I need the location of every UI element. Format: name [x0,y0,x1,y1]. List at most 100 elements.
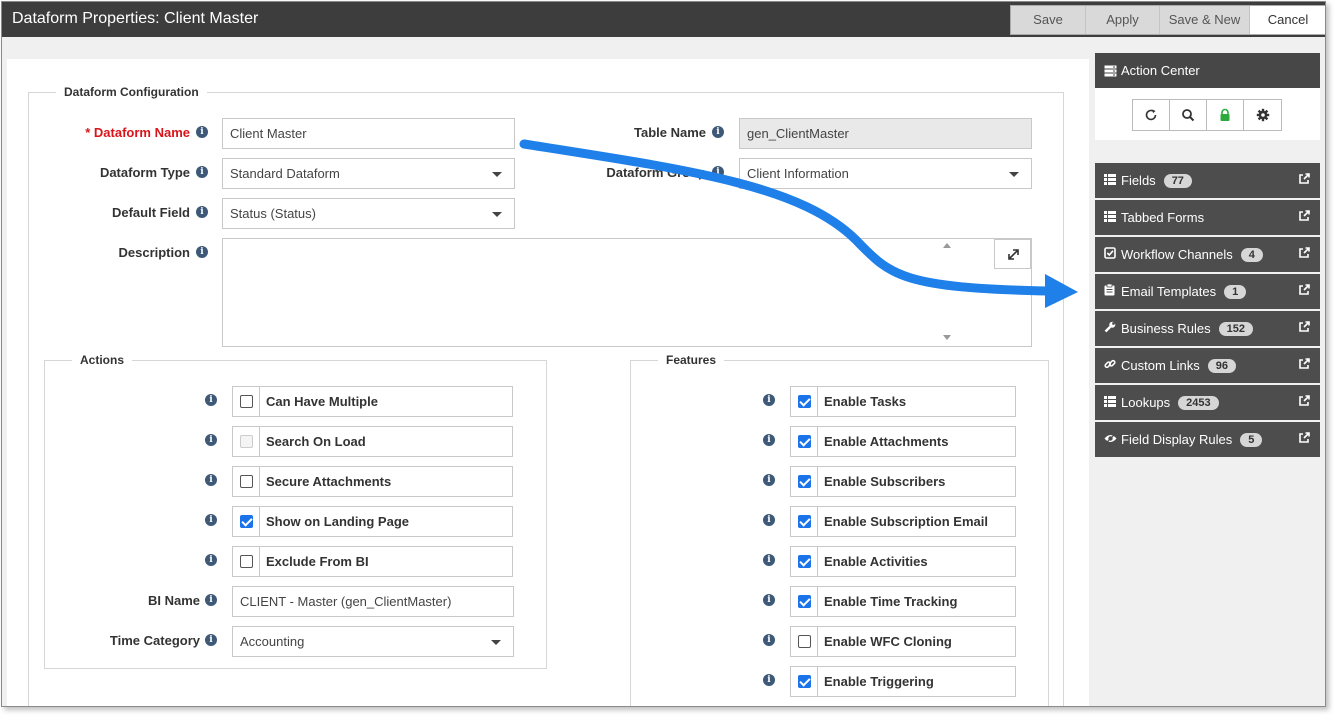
search-button[interactable] [1170,100,1207,130]
checkbox[interactable] [797,395,811,408]
table-name-input: gen_ClientMaster [739,118,1032,149]
scroll-down-icon[interactable] [943,335,951,340]
description-textarea[interactable] [222,238,1032,347]
expand-button[interactable] [994,239,1031,269]
side-item-business-rules[interactable]: Business Rules 152 [1095,311,1320,346]
dataform-type-value: Standard Dataform [230,166,340,181]
lock-icon [1220,108,1230,121]
info-icon[interactable]: i [196,126,208,138]
info-icon[interactable]: i [205,394,217,406]
checkbox[interactable] [239,475,253,488]
checkbox[interactable] [797,635,811,648]
time-category-select[interactable]: Accounting [232,626,514,657]
info-icon[interactable]: i [763,674,775,686]
save-button[interactable]: Save [1011,6,1086,34]
side-item-field-display-rules[interactable]: Field Display Rules 5 [1095,422,1320,457]
side-item-label: Workflow Channels [1121,247,1233,262]
chevron-down-icon [1009,172,1019,177]
external-link-icon[interactable] [1298,284,1310,296]
side-item-workflow-channels[interactable]: Workflow Channels 4 [1095,237,1320,272]
info-icon[interactable]: i [205,474,217,486]
external-link-icon[interactable] [1298,173,1310,185]
dataform-name-label: * Dataform Name [85,125,190,140]
secure-attachments-option[interactable]: Secure Attachments [232,466,513,497]
info-icon[interactable]: i [763,474,775,486]
external-link-icon[interactable] [1298,432,1310,444]
default-field-select[interactable]: Status (Status) [222,198,515,229]
show-on-landing-page-option[interactable]: Show on Landing Page [232,506,513,537]
count-badge: 4 [1240,247,1263,262]
cancel-button[interactable]: Cancel [1250,6,1325,34]
side-item-fields[interactable]: Fields 77 [1095,163,1320,198]
info-icon[interactable]: i [763,634,775,646]
info-icon[interactable]: i [205,434,217,446]
external-link-icon[interactable] [1298,247,1310,259]
list-icon [1104,395,1119,410]
count-badge: 77 [1163,173,1192,188]
external-link-icon[interactable] [1298,358,1310,370]
info-icon[interactable]: i [712,126,724,138]
side-item-custom-links[interactable]: Custom Links 96 [1095,348,1320,383]
checkbox[interactable] [797,435,811,448]
option-label: Can Have Multiple [266,394,378,409]
info-icon[interactable]: i [205,634,217,646]
info-icon[interactable]: i [205,554,217,566]
enable-subscription-email-option[interactable]: Enable Subscription Email [790,506,1016,537]
apply-button[interactable]: Apply [1086,6,1160,34]
checkbox[interactable] [797,515,811,528]
info-icon[interactable]: i [205,594,217,606]
info-icon[interactable]: i [763,594,775,606]
option-label: Enable Triggering [824,674,934,689]
can-have-multiple-option[interactable]: Can Have Multiple [232,386,513,417]
external-link-icon[interactable] [1298,321,1310,333]
checkbox[interactable] [797,475,811,488]
info-icon[interactable]: i [712,166,724,178]
info-icon[interactable]: i [763,554,775,566]
info-icon[interactable]: i [196,246,208,258]
checkbox[interactable] [239,515,253,528]
option-label: Exclude From BI [266,554,369,569]
dataform-type-select[interactable]: Standard Dataform [222,158,515,189]
enable-activities-option[interactable]: Enable Activities [790,546,1016,577]
description-label: Description [118,245,190,260]
enable-wfc-cloning-option[interactable]: Enable WFC Cloning [790,626,1016,657]
dataform-name-input[interactable]: Client Master [222,118,515,149]
side-item-label: Lookups [1121,395,1171,410]
side-item-label: Fields [1121,173,1156,188]
dataform-group-select[interactable]: Client Information [739,158,1032,189]
settings-button[interactable] [1244,100,1281,130]
info-icon[interactable]: i [205,514,217,526]
info-icon[interactable]: i [196,166,208,178]
side-item-lookups[interactable]: Lookups 2453 [1095,385,1320,420]
chevron-down-icon [491,640,501,645]
lock-button[interactable] [1207,100,1244,130]
enable-attachments-option[interactable]: Enable Attachments [790,426,1016,457]
exclude-from-bi-option[interactable]: Exclude From BI [232,546,513,577]
title-button-group: Save Apply Save & New Cancel [1010,5,1325,35]
enable-tasks-option[interactable]: Enable Tasks [790,386,1016,417]
enable-triggering-option[interactable]: Enable Triggering [790,666,1016,697]
refresh-button[interactable] [1133,100,1170,130]
external-link-icon[interactable] [1298,210,1310,222]
enable-subscribers-option[interactable]: Enable Subscribers [790,466,1016,497]
list-icon [1104,210,1119,225]
bi-name-input[interactable]: CLIENT - Master (gen_ClientMaster) [232,586,514,617]
save-and-new-button[interactable]: Save & New [1160,6,1250,34]
chevron-down-icon [492,212,502,217]
side-item-email-templates[interactable]: Email Templates 1 [1095,274,1320,309]
search-on-load-option[interactable]: Search On Load [232,426,513,457]
checkbox[interactable] [797,595,811,608]
info-icon[interactable]: i [763,394,775,406]
info-icon[interactable]: i [763,514,775,526]
clipboard-icon [1104,283,1119,299]
checkbox[interactable] [797,555,811,568]
info-icon[interactable]: i [196,206,208,218]
side-item-tabbed-forms[interactable]: Tabbed Forms [1095,200,1320,235]
scroll-up-icon[interactable] [943,243,951,248]
checkbox[interactable] [797,675,811,688]
enable-time-tracking-option[interactable]: Enable Time Tracking [790,586,1016,617]
checkbox[interactable] [239,555,253,568]
checkbox[interactable] [239,395,253,408]
info-icon[interactable]: i [763,434,775,446]
external-link-icon[interactable] [1298,395,1310,407]
